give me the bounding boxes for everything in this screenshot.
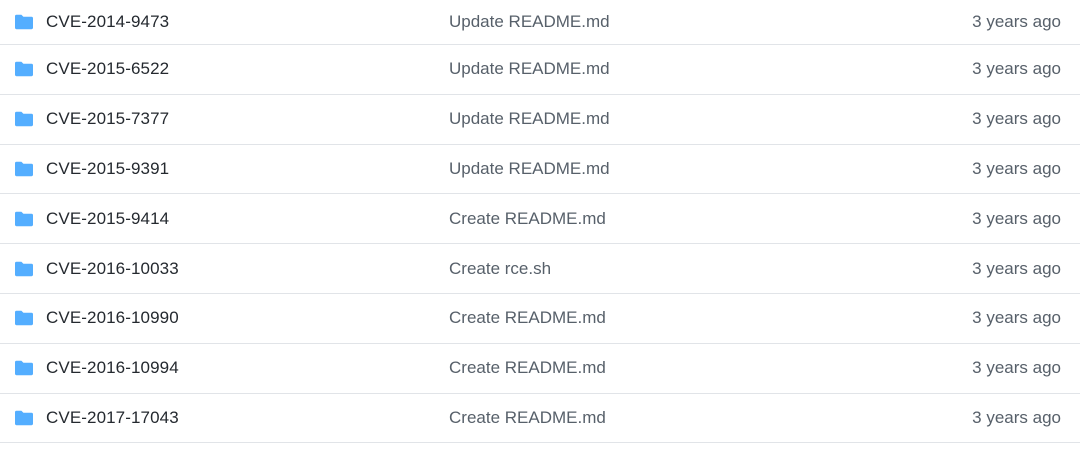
commit-message-link[interactable]: Update README.md xyxy=(449,59,610,79)
directory-link[interactable]: CVE-2015-9414 xyxy=(46,209,169,229)
commit-age: 3 years ago xyxy=(972,12,1061,31)
directory-link[interactable]: CVE-2016-10994 xyxy=(46,358,179,378)
directory-link[interactable]: CVE-2015-9391 xyxy=(46,159,169,179)
directory-link[interactable]: CVE-2014-9473 xyxy=(46,12,169,32)
folder-icon xyxy=(14,310,34,326)
commit-age: 3 years ago xyxy=(972,308,1061,328)
commit-age: 3 years ago xyxy=(972,358,1061,378)
commit-message-link[interactable]: Create README.md xyxy=(449,408,606,428)
directory-link[interactable]: CVE-2016-10990 xyxy=(46,308,179,328)
commit-age: 3 years ago xyxy=(972,407,1061,427)
list-item-row-7[interactable]: CVE-2016-10994 Create README.md 3 years … xyxy=(0,344,1080,394)
folder-icon xyxy=(14,211,34,227)
list-item-row-3[interactable]: CVE-2015-9391 Update README.md 3 years a… xyxy=(0,145,1080,195)
commit-age: 3 years ago xyxy=(972,59,1061,79)
commit-age: 3 years ago xyxy=(972,109,1061,129)
list-item-row-1[interactable]: CVE-2015-6522 Update README.md 3 years a… xyxy=(0,45,1080,95)
list-item-row-6[interactable]: CVE-2016-10990 Create README.md 3 years … xyxy=(0,294,1080,344)
directory-link[interactable]: CVE-2016-10033 xyxy=(46,259,179,279)
list-item-row-4[interactable]: CVE-2015-9414 Create README.md 3 years a… xyxy=(0,194,1080,245)
commit-message-link[interactable]: Update README.md xyxy=(449,159,610,179)
folder-icon xyxy=(14,161,34,177)
directory-link[interactable]: CVE-2015-6522 xyxy=(46,59,169,79)
directory-link[interactable]: CVE-2015-7377 xyxy=(46,109,169,129)
list-item-row-5[interactable]: CVE-2016-10033 Create rce.sh 3 years ago xyxy=(0,244,1080,294)
commit-message-link[interactable]: Create README.md xyxy=(449,358,606,378)
folder-icon xyxy=(14,111,34,127)
commit-message-link[interactable]: Update README.md xyxy=(449,109,610,129)
commit-age: 3 years ago xyxy=(972,158,1061,178)
folder-icon xyxy=(14,410,34,426)
file-list: CVE-2014-9473 Update README.md 3 years a… xyxy=(0,0,1080,459)
commit-message-link[interactable]: Create README.md xyxy=(449,209,606,229)
commit-message-link[interactable]: Create rce.sh xyxy=(449,259,551,279)
directory-link[interactable]: CVE-2017-17043 xyxy=(46,408,179,428)
commit-message-link[interactable]: Update README.md xyxy=(449,12,610,32)
folder-icon xyxy=(14,14,34,30)
folder-icon xyxy=(14,61,34,77)
commit-age: 3 years ago xyxy=(972,208,1061,228)
list-item-row-8[interactable]: CVE-2017-17043 Create README.md 3 years … xyxy=(0,394,1080,444)
commit-message-link[interactable]: Create README.md xyxy=(449,308,606,328)
list-item-row-2[interactable]: CVE-2015-7377 Update README.md 3 years a… xyxy=(0,95,1080,145)
folder-icon xyxy=(14,360,34,376)
list-item-row-0[interactable]: CVE-2014-9473 Update README.md 3 years a… xyxy=(0,0,1080,45)
folder-icon xyxy=(14,261,34,277)
commit-age: 3 years ago xyxy=(972,258,1061,278)
